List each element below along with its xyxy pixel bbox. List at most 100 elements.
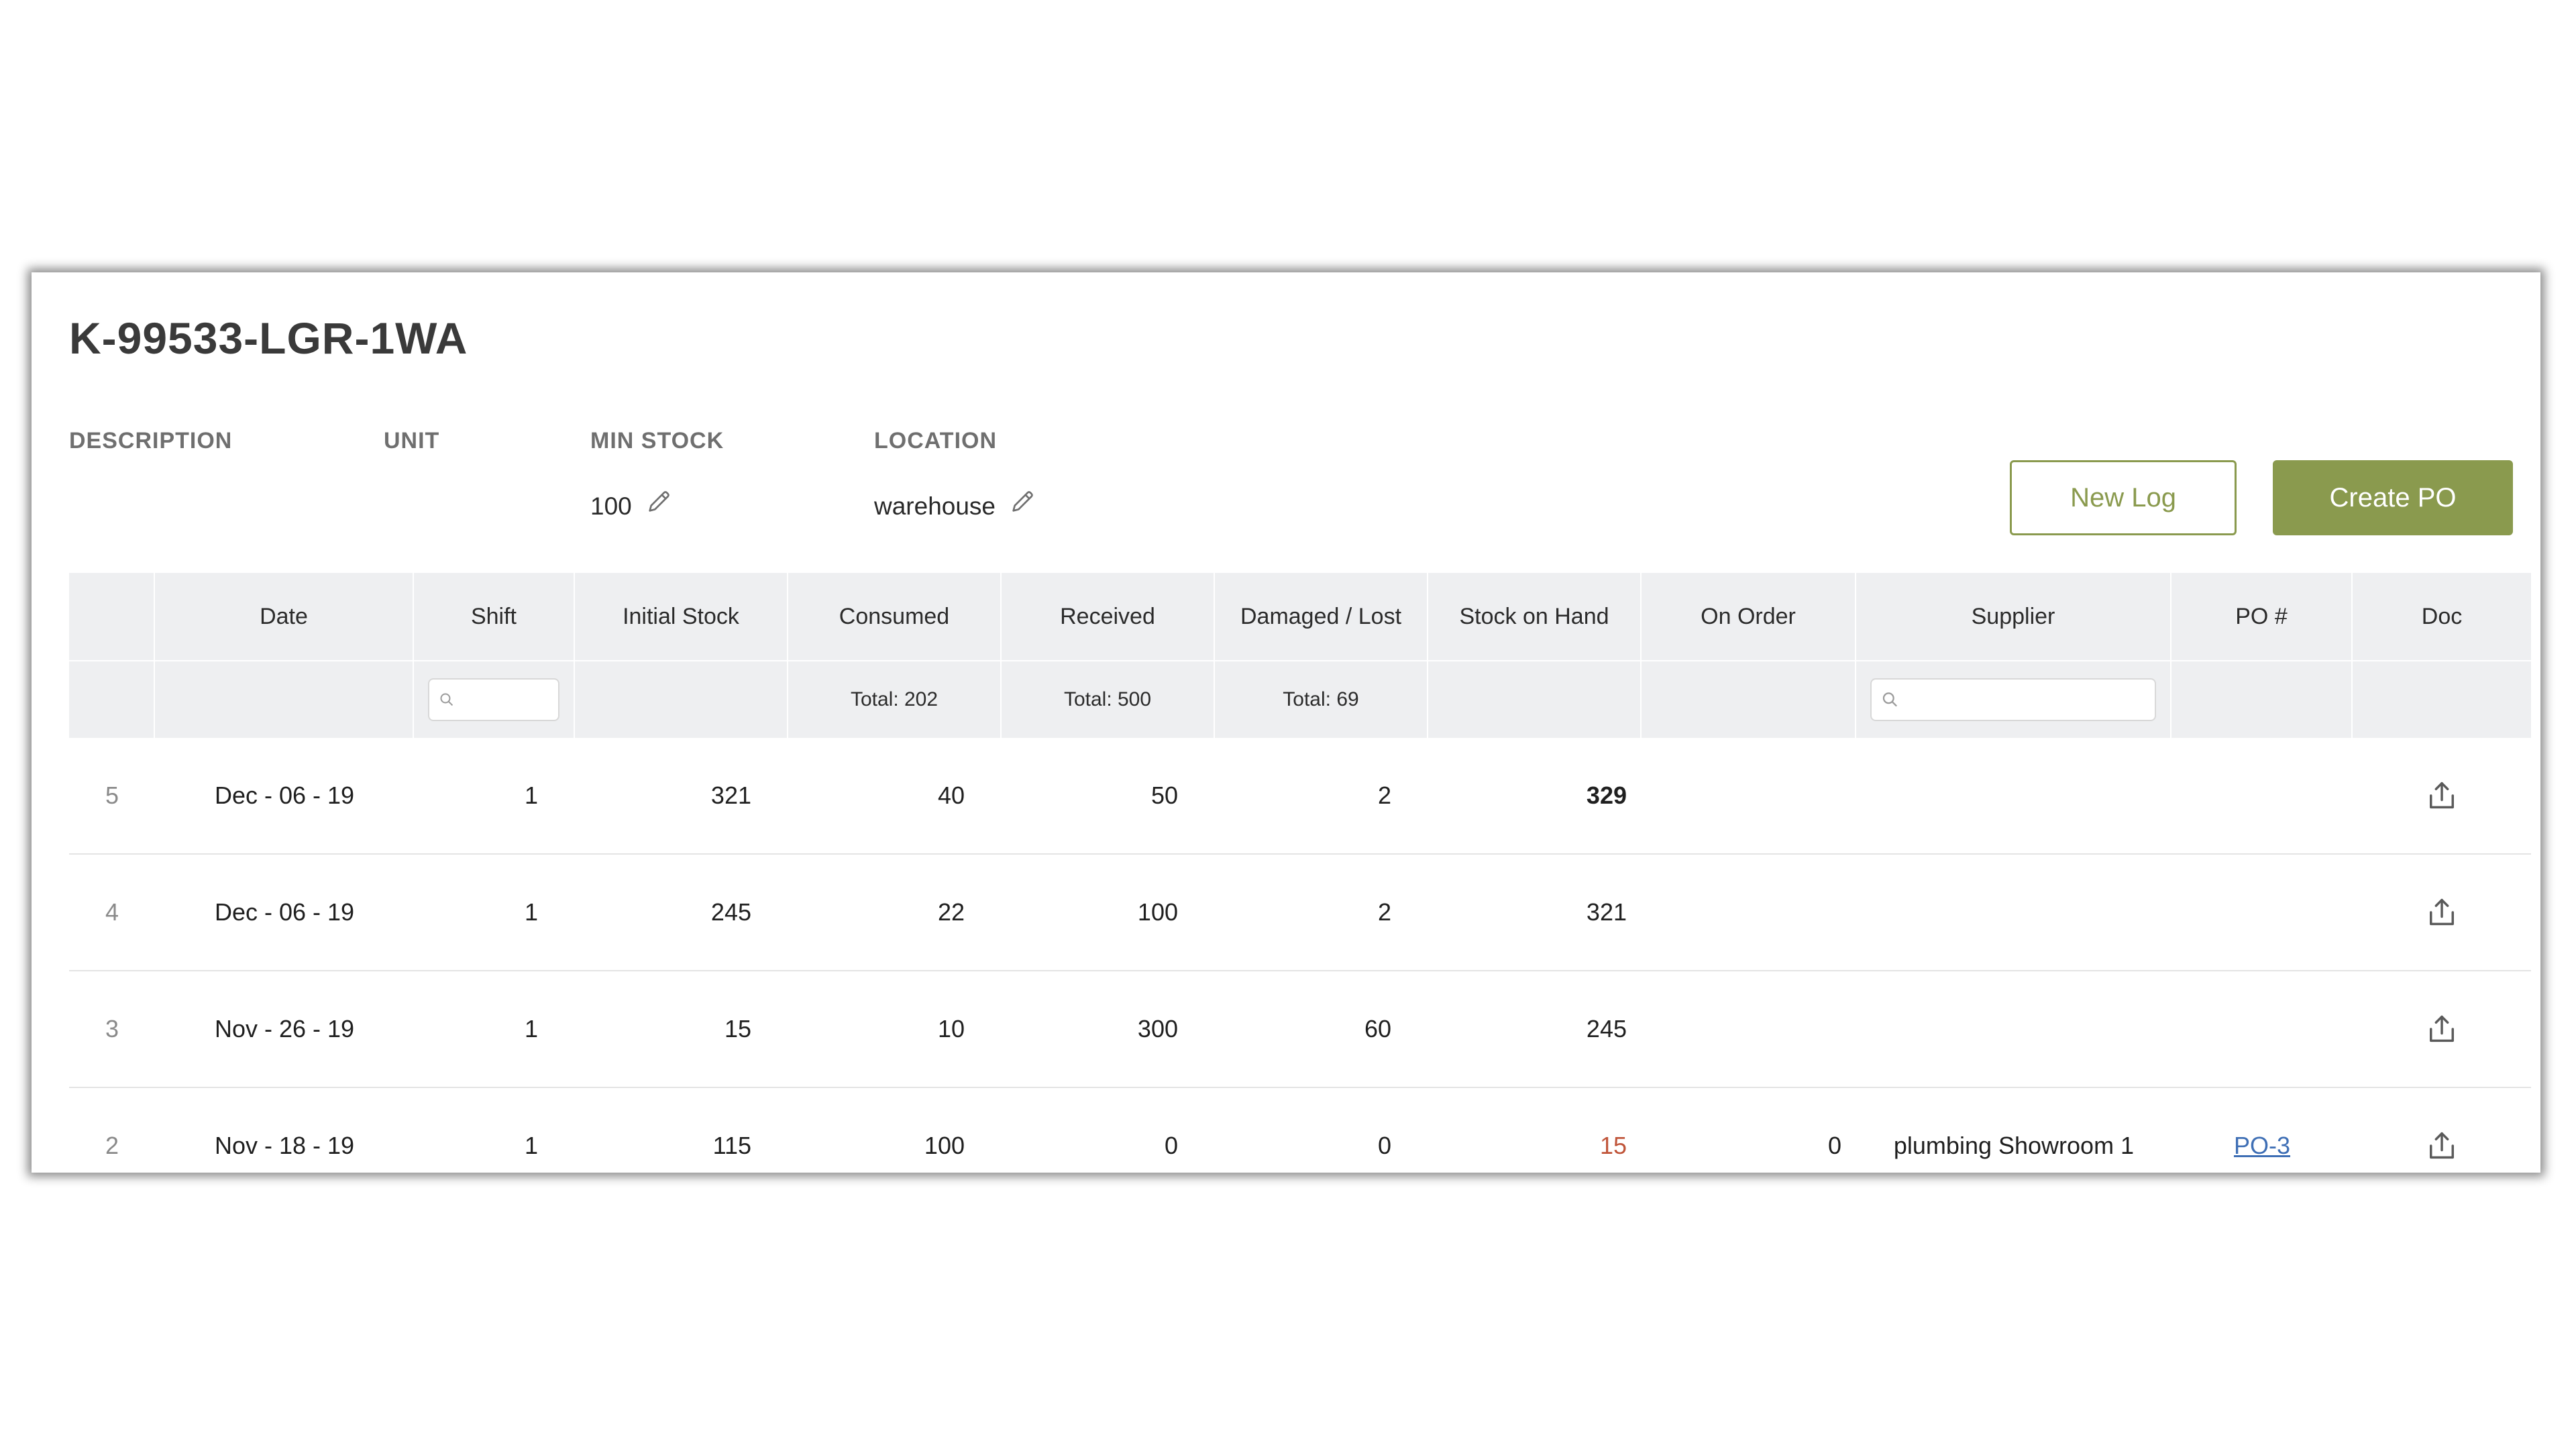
filter-cell-on-order xyxy=(1642,661,1856,738)
row-supplier: plumbing Showroom 1 xyxy=(1893,1132,2135,1159)
filter-cell-shift xyxy=(414,661,575,738)
row-index: 4 xyxy=(105,898,119,926)
table-row[interactable]: 2 Nov - 18 - 19 1 115 100 0 0 15 0 plumb… xyxy=(69,1088,2531,1173)
upload-icon[interactable] xyxy=(2424,1128,2459,1163)
search-icon xyxy=(1882,692,1897,707)
row-po-link[interactable]: PO-3 xyxy=(2234,1132,2290,1160)
row-doc xyxy=(2353,738,2531,853)
total-received: Total: 500 xyxy=(1002,661,1215,738)
row-supplier xyxy=(1856,738,2171,853)
stock-log-table: Date Shift Initial Stock Consumed Receiv… xyxy=(69,573,2531,1173)
row-doc xyxy=(2353,1088,2531,1173)
row-damaged-lost: 60 xyxy=(1364,1015,1391,1042)
row-on-order xyxy=(1642,855,1856,970)
row-supplier xyxy=(1856,971,2171,1087)
col-header-po[interactable]: PO # xyxy=(2171,573,2353,660)
upload-icon[interactable] xyxy=(2424,778,2459,813)
col-header-shift[interactable]: Shift xyxy=(414,573,575,660)
total-damaged-lost: Total: 69 xyxy=(1215,661,1428,738)
row-received: 50 xyxy=(1150,782,1178,809)
row-shift: 1 xyxy=(524,1015,538,1042)
page-title: K-99533-LGR-1WA xyxy=(69,313,468,363)
row-date: Dec - 06 - 19 xyxy=(214,782,355,809)
row-received: 0 xyxy=(1164,1132,1178,1159)
supplier-filter-input[interactable] xyxy=(1904,688,2155,711)
row-date: Dec - 06 - 19 xyxy=(214,898,355,926)
row-initial-stock: 321 xyxy=(710,782,751,809)
col-header-damaged-lost[interactable]: Damaged / Lost xyxy=(1215,573,1428,660)
row-consumed: 40 xyxy=(937,782,965,809)
row-shift: 1 xyxy=(524,782,538,809)
upload-icon[interactable] xyxy=(2424,895,2459,930)
col-header-stock-on-hand[interactable]: Stock on Hand xyxy=(1428,573,1642,660)
col-header-index xyxy=(69,573,155,660)
table-header-row: Date Shift Initial Stock Consumed Receiv… xyxy=(69,573,2531,661)
row-shift: 1 xyxy=(524,1132,538,1159)
col-header-received[interactable]: Received xyxy=(1002,573,1215,660)
row-on-order xyxy=(1642,738,1856,853)
shift-filter-input[interactable] xyxy=(460,688,558,711)
row-po-link xyxy=(2171,738,2353,853)
col-header-consumed[interactable]: Consumed xyxy=(788,573,1002,660)
table-row[interactable]: 4 Dec - 06 - 19 1 245 22 100 2 321 xyxy=(69,855,2531,971)
location-label: LOCATION xyxy=(874,428,998,453)
edit-location-pencil-icon[interactable] xyxy=(1009,488,1036,515)
min-stock-label: MIN STOCK xyxy=(590,428,724,453)
description-label: DESCRIPTION xyxy=(69,428,233,453)
row-stock-on-hand: 15 xyxy=(1599,1132,1627,1159)
min-stock-field: 100 xyxy=(590,491,672,521)
col-header-doc: Doc xyxy=(2421,603,2463,629)
row-stock-on-hand: 245 xyxy=(1586,1015,1627,1042)
unit-label: UNIT xyxy=(384,428,440,453)
row-shift: 1 xyxy=(524,898,538,926)
row-index: 3 xyxy=(105,1015,119,1042)
shift-filter-box[interactable] xyxy=(428,678,559,721)
row-po-cell: PO-3 xyxy=(2171,1088,2353,1173)
edit-min-stock-pencil-icon[interactable] xyxy=(645,488,672,515)
row-doc xyxy=(2353,855,2531,970)
row-index: 5 xyxy=(105,782,119,809)
row-supplier xyxy=(1856,855,2171,970)
filter-cell-stock-on-hand xyxy=(1428,661,1642,738)
table-row[interactable]: 5 Dec - 06 - 19 1 321 40 50 2 329 xyxy=(69,738,2531,855)
new-log-button[interactable]: New Log xyxy=(2010,460,2237,535)
filter-cell-doc xyxy=(2353,661,2531,738)
filter-cell-initial-stock xyxy=(575,661,788,738)
row-damaged-lost: 0 xyxy=(1377,1132,1391,1159)
min-stock-value: 100 xyxy=(590,492,632,520)
row-damaged-lost: 2 xyxy=(1377,782,1391,809)
row-consumed: 22 xyxy=(937,898,965,926)
col-header-on-order[interactable]: On Order xyxy=(1642,573,1856,660)
row-stock-on-hand: 329 xyxy=(1586,782,1627,809)
item-detail-card: K-99533-LGR-1WA DESCRIPTION UNIT MIN STO… xyxy=(32,272,2540,1173)
upload-icon[interactable] xyxy=(2424,1012,2459,1046)
col-header-initial-stock[interactable]: Initial Stock xyxy=(575,573,788,660)
row-consumed: 100 xyxy=(924,1132,965,1159)
row-received: 100 xyxy=(1137,898,1178,926)
col-header-date[interactable]: Date xyxy=(155,573,414,660)
create-po-button[interactable]: Create PO xyxy=(2273,460,2513,535)
supplier-filter-box[interactable] xyxy=(1870,678,2156,721)
table-filter-row: Total: 202 Total: 500 Total: 69 xyxy=(69,661,2531,738)
row-stock-on-hand: 321 xyxy=(1586,898,1627,926)
location-field: warehouse xyxy=(874,491,1036,521)
row-date: Nov - 18 - 19 xyxy=(214,1132,355,1159)
row-on-order: 0 xyxy=(1827,1132,1841,1159)
row-index: 2 xyxy=(105,1132,119,1159)
row-on-order xyxy=(1642,971,1856,1087)
location-value: warehouse xyxy=(874,492,996,520)
row-initial-stock: 245 xyxy=(710,898,751,926)
filter-cell-supplier xyxy=(1856,661,2171,738)
row-po-link xyxy=(2171,971,2353,1087)
search-icon xyxy=(440,693,453,706)
row-date: Nov - 26 - 19 xyxy=(214,1015,355,1042)
row-doc xyxy=(2353,971,2531,1087)
filter-cell-date xyxy=(155,661,414,738)
col-header-supplier[interactable]: Supplier xyxy=(1856,573,2171,660)
filter-cell-index xyxy=(69,661,155,738)
table-row[interactable]: 3 Nov - 26 - 19 1 15 10 300 60 245 xyxy=(69,971,2531,1088)
total-consumed: Total: 202 xyxy=(788,661,1002,738)
filter-cell-po xyxy=(2171,661,2353,738)
row-initial-stock: 115 xyxy=(712,1132,751,1159)
row-damaged-lost: 2 xyxy=(1377,898,1391,926)
